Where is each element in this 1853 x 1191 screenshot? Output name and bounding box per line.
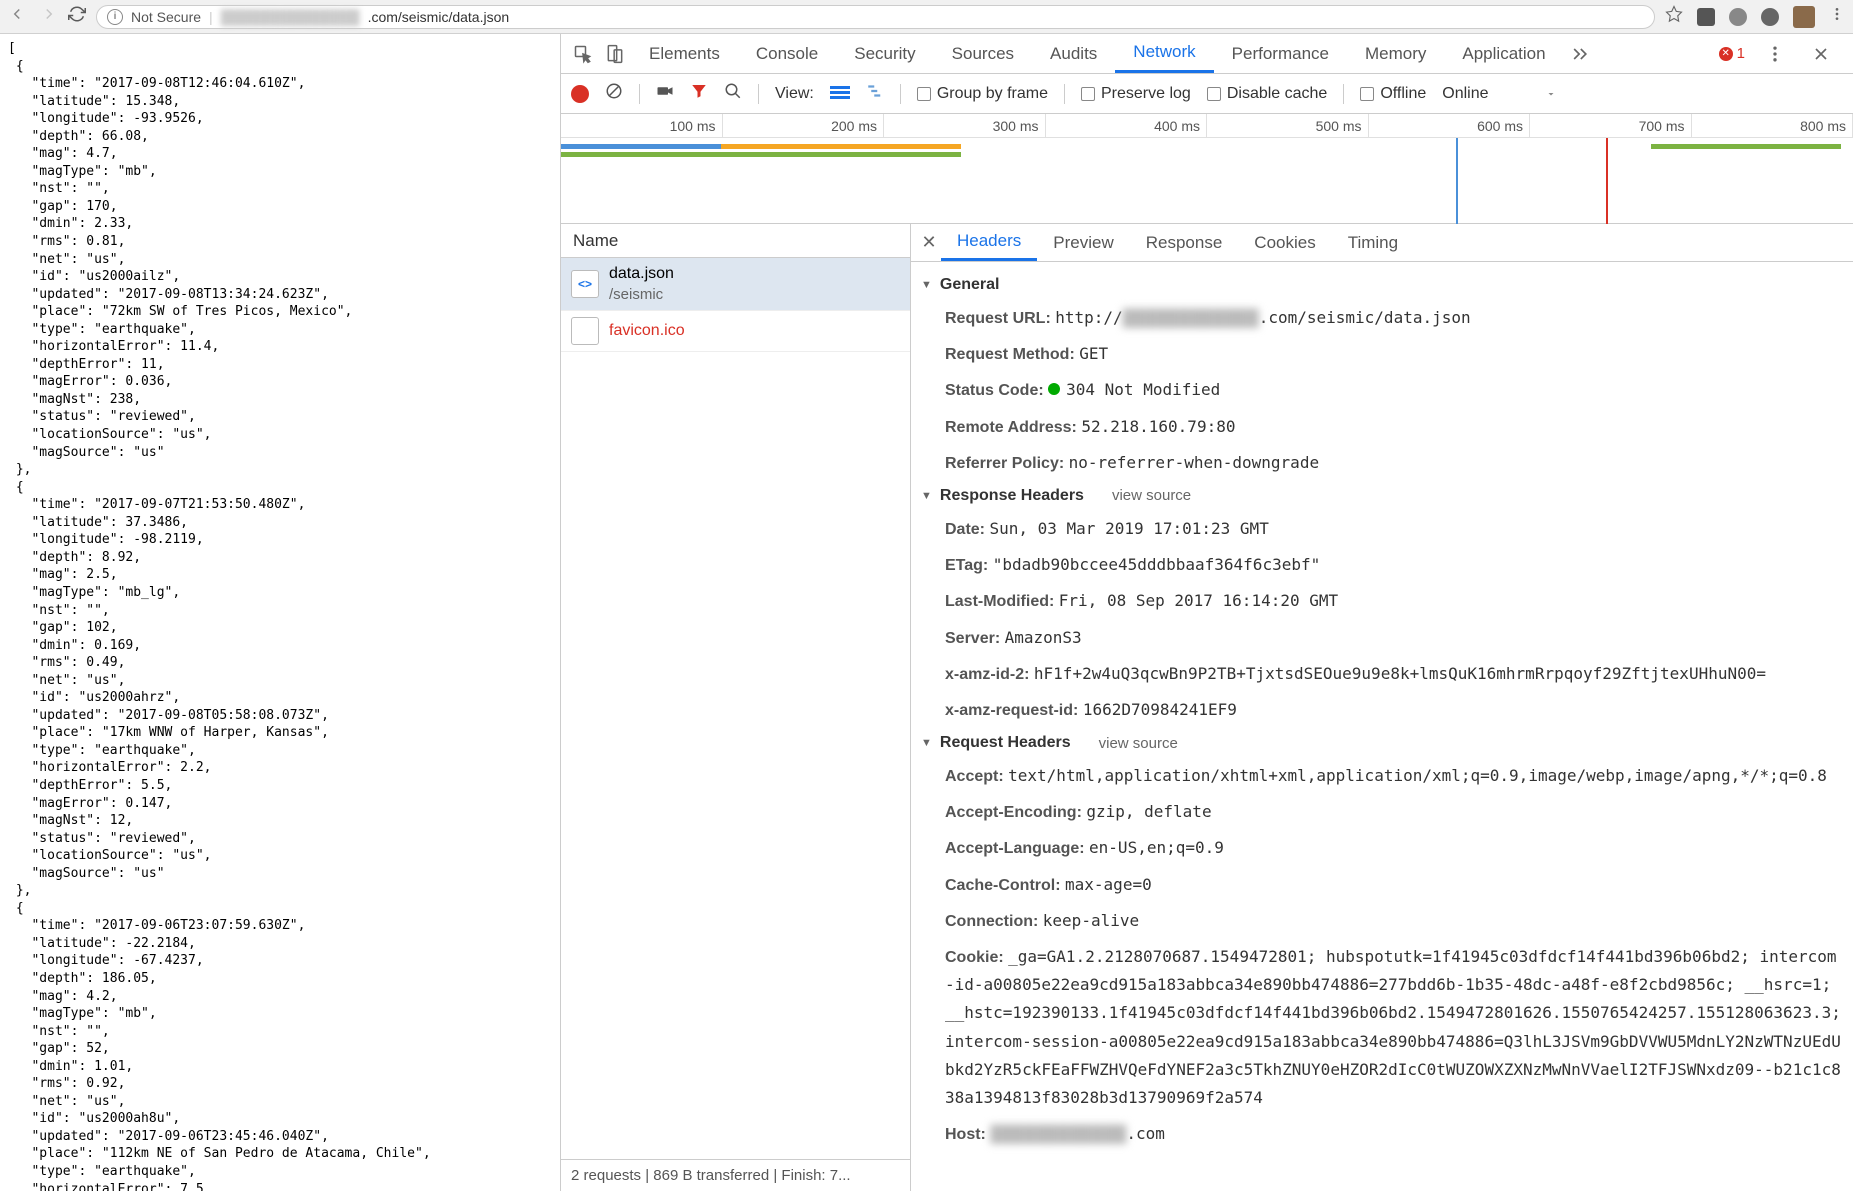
- detail-tab-headers[interactable]: Headers: [941, 224, 1037, 261]
- detail-tab-response[interactable]: Response: [1130, 224, 1239, 261]
- detail-tab-timing[interactable]: Timing: [1332, 224, 1414, 261]
- info-icon[interactable]: i: [107, 9, 123, 25]
- header-row: x-amz-request-id: 1662D70984241EF9: [911, 692, 1853, 728]
- throttling-select[interactable]: Online: [1442, 85, 1556, 103]
- offline-checkbox[interactable]: Offline: [1360, 85, 1426, 103]
- tab-security[interactable]: Security: [836, 34, 933, 73]
- header-row: Last-Modified: Fri, 08 Sep 2017 16:14:20…: [911, 583, 1853, 619]
- timeline-tick: 700 ms: [1530, 114, 1692, 137]
- profile-avatar[interactable]: [1793, 6, 1815, 28]
- section-header[interactable]: ▼Request Headersview source: [911, 728, 1853, 758]
- timeline-overview[interactable]: 100 ms200 ms300 ms400 ms500 ms600 ms700 …: [561, 114, 1853, 224]
- header-row: Referrer Policy: no-referrer-when-downgr…: [911, 445, 1853, 481]
- record-button[interactable]: [571, 85, 589, 103]
- filter-icon[interactable]: [690, 82, 708, 105]
- devtools-panel: ElementsConsoleSecuritySourcesAuditsNetw…: [560, 34, 1853, 1191]
- disable-cache-checkbox[interactable]: Disable cache: [1207, 85, 1328, 103]
- tab-sources[interactable]: Sources: [934, 34, 1032, 73]
- header-row: Date: Sun, 03 Mar 2019 17:01:23 GMT: [911, 511, 1853, 547]
- tab-performance[interactable]: Performance: [1214, 34, 1347, 73]
- timeline-tick: 200 ms: [723, 114, 885, 137]
- header-row: Request Method: GET: [911, 336, 1853, 372]
- large-rows-icon[interactable]: [830, 86, 850, 102]
- header-row: ETag: "bdadb90bccee45dddbbaaf364f6c3ebf": [911, 547, 1853, 583]
- waterfall-icon[interactable]: [866, 82, 884, 105]
- header-row: Host: ████████████.com: [911, 1116, 1853, 1152]
- device-icon[interactable]: [599, 44, 631, 64]
- name-column-header[interactable]: Name: [561, 224, 910, 258]
- header-row: Request URL: http://████████████.com/sei…: [911, 300, 1853, 336]
- header-row: x-amz-id-2: hF1f+2w4uQ3qcwBn9P2TB+Tjxtsd…: [911, 656, 1853, 692]
- detail-tab-cookies[interactable]: Cookies: [1238, 224, 1331, 261]
- header-row: Connection: keep-alive: [911, 903, 1853, 939]
- status-bar: 2 requests | 869 B transferred | Finish:…: [561, 1159, 910, 1191]
- clear-icon[interactable]: [605, 82, 623, 105]
- detail-panel: ✕ HeadersPreviewResponseCookiesTiming ▼G…: [911, 224, 1853, 1191]
- network-toolbar: View: Group by frame Preserve log Disabl…: [561, 74, 1853, 114]
- timeline-tick: 600 ms: [1369, 114, 1531, 137]
- timeline-tick: 400 ms: [1046, 114, 1208, 137]
- header-row: Server: AmazonS3: [911, 620, 1853, 656]
- tab-network[interactable]: Network: [1115, 34, 1213, 73]
- header-row: Accept-Language: en-US,en;q=0.9: [911, 830, 1853, 866]
- tab-application[interactable]: Application: [1444, 34, 1563, 73]
- detail-tabs: ✕ HeadersPreviewResponseCookiesTiming: [911, 224, 1853, 262]
- timeline-tick: 300 ms: [884, 114, 1046, 137]
- extension-icon[interactable]: [1729, 8, 1747, 26]
- file-icon: [571, 317, 599, 345]
- request-name: favicon.ico: [609, 321, 685, 342]
- tab-elements[interactable]: Elements: [631, 34, 738, 73]
- header-row: Cache-Control: max-age=0: [911, 867, 1853, 903]
- section-header[interactable]: ▼Response Headersview source: [911, 481, 1853, 511]
- request-name: data.json: [609, 264, 674, 285]
- group-by-frame-checkbox[interactable]: Group by frame: [917, 85, 1048, 103]
- section-header[interactable]: ▼General: [911, 270, 1853, 300]
- browser-right-icons: [1665, 5, 1845, 28]
- tab-console[interactable]: Console: [738, 34, 836, 73]
- header-row: Status Code: 304 Not Modified: [911, 372, 1853, 408]
- url-masked: ██████████████: [221, 9, 360, 25]
- view-label: View:: [775, 85, 814, 103]
- error-count[interactable]: ✕1: [1719, 45, 1745, 62]
- camera-icon[interactable]: [656, 82, 674, 105]
- close-detail-icon[interactable]: ✕: [917, 232, 941, 253]
- request-path: /seismic: [609, 285, 674, 305]
- settings-icon[interactable]: [1759, 44, 1791, 64]
- back-icon[interactable]: [8, 5, 26, 28]
- request-row[interactable]: <> data.json/seismic: [561, 258, 910, 311]
- file-icon: <>: [571, 270, 599, 298]
- browser-toolbar: i Not Secure | ██████████████.com/seismi…: [0, 0, 1853, 34]
- header-row: Accept-Encoding: gzip, deflate: [911, 794, 1853, 830]
- tab-audits[interactable]: Audits: [1032, 34, 1115, 73]
- request-row[interactable]: favicon.ico: [561, 311, 910, 352]
- more-tabs-icon[interactable]: [1564, 44, 1596, 64]
- preserve-log-checkbox[interactable]: Preserve log: [1081, 85, 1191, 103]
- nav-arrows: [8, 5, 58, 28]
- detail-tab-preview[interactable]: Preview: [1037, 224, 1129, 261]
- not-secure-label: Not Secure: [131, 9, 201, 25]
- header-row: Remote Address: 52.218.160.79:80: [911, 409, 1853, 445]
- timeline-tick: 800 ms: [1692, 114, 1853, 137]
- header-row: Cookie: _ga=GA1.2.2128070687.1549472801;…: [911, 939, 1853, 1116]
- inspect-icon[interactable]: [567, 44, 599, 64]
- timeline-tick: 100 ms: [561, 114, 723, 137]
- reload-icon[interactable]: [68, 5, 86, 28]
- request-list-panel: Name <> data.json/seismic favicon.ico 2 re…: [561, 224, 911, 1191]
- search-icon[interactable]: [724, 82, 742, 105]
- devtools-tabs: ElementsConsoleSecuritySourcesAuditsNetw…: [561, 34, 1853, 74]
- forward-icon[interactable]: [40, 5, 58, 28]
- extension-icon[interactable]: [1761, 8, 1779, 26]
- timeline-tick: 500 ms: [1207, 114, 1369, 137]
- bookmark-icon[interactable]: [1665, 5, 1683, 28]
- close-icon[interactable]: [1805, 44, 1837, 64]
- json-page-content: [ { "time": "2017-09-08T12:46:04.610Z", …: [0, 34, 560, 1191]
- url-bar[interactable]: i Not Secure | ██████████████.com/seismi…: [96, 5, 1655, 29]
- url-text: .com/seismic/data.json: [368, 9, 510, 25]
- tab-memory[interactable]: Memory: [1347, 34, 1444, 73]
- network-body: Name <> data.json/seismic favicon.ico 2 re…: [561, 224, 1853, 1191]
- header-row: Accept: text/html,application/xhtml+xml,…: [911, 758, 1853, 794]
- menu-icon[interactable]: [1829, 6, 1845, 27]
- main-area: [ { "time": "2017-09-08T12:46:04.610Z", …: [0, 34, 1853, 1191]
- extension-icon[interactable]: [1697, 8, 1715, 26]
